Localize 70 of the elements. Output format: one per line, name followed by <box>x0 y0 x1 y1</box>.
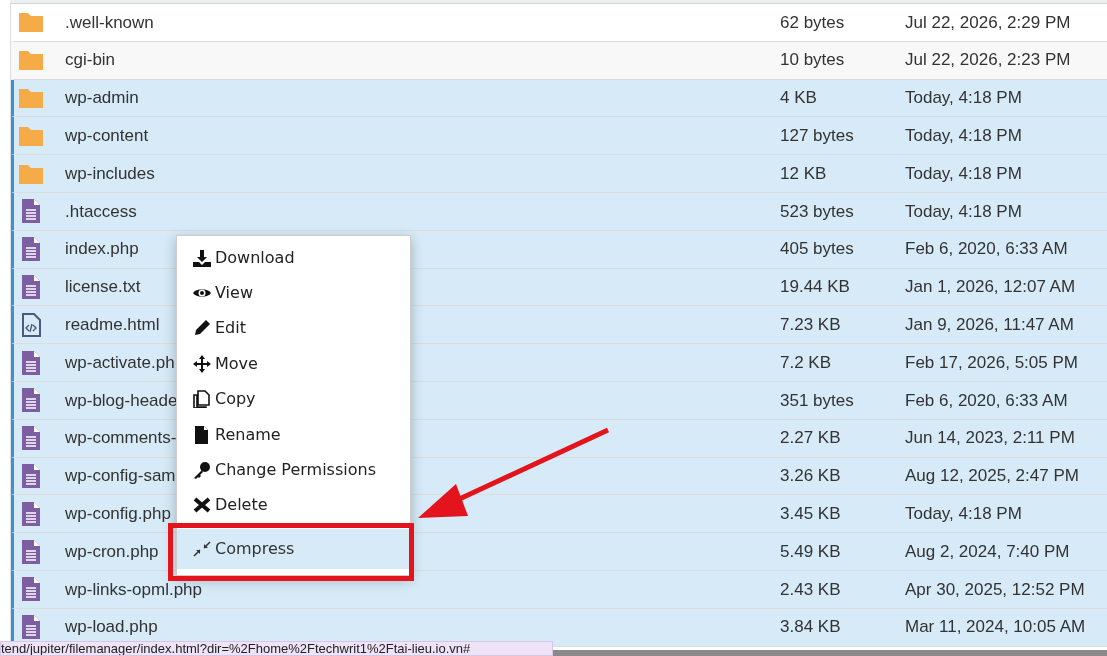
file-name: readme.html <box>65 315 160 334</box>
file-size: 523 bytes <box>780 201 854 221</box>
file-name: wp-blog-heade <box>65 390 178 410</box>
menu-item[interactable]: Compress <box>177 529 410 570</box>
file-name: wp-links-opml.php <box>65 579 202 599</box>
scrollbar[interactable] <box>553 650 1107 656</box>
file-size: 3.45 KB <box>780 504 841 523</box>
file-size: 12 KB <box>780 163 827 183</box>
file-date: Today, 4:18 PM <box>905 162 1022 185</box>
file-name: wp-admin <box>65 88 139 108</box>
file-row[interactable]: cgi-bin 10 bytes Jul 22, 2026, 2:23 PM <box>11 41 1107 80</box>
file-size: 2.43 KB <box>780 579 841 599</box>
file-size: 3.84 KB <box>780 617 841 637</box>
file-size: 7.2 KB <box>780 352 832 372</box>
file-date: Aug 12, 2025, 2:47 PM <box>905 465 1079 488</box>
file-size: 127 bytes <box>780 126 854 146</box>
file-date: Today, 4:18 PM <box>905 87 1022 110</box>
compress-icon <box>192 540 212 559</box>
file-size: 405 bytes <box>780 239 854 259</box>
move-icon <box>192 354 212 373</box>
file-date: Feb 6, 2020, 6:33 AM <box>905 238 1068 261</box>
file-date: Apr 30, 2025, 12:52 PM <box>905 578 1085 601</box>
file-name: wp-config.php <box>65 504 171 523</box>
file-name: wp-load.php <box>65 617 158 637</box>
file-date: Today, 4:18 PM <box>905 125 1022 148</box>
file-name: cgi-bin <box>65 50 116 70</box>
file-row[interactable]: wp-includes 12 KB Today, 4:18 PM <box>11 155 1107 193</box>
file-name: license.txt <box>65 277 141 297</box>
file-name: .well-known <box>65 12 154 32</box>
file-date: Jan 1, 2026, 12:07 AM <box>905 276 1076 299</box>
file-size: 10 bytes <box>780 50 845 70</box>
file-size: 5.49 KB <box>780 541 841 561</box>
file-date: Jul 22, 2026, 2:23 PM <box>905 49 1071 72</box>
file-date: Today, 4:18 PM <box>905 503 1022 525</box>
download-icon <box>192 248 212 267</box>
file-row[interactable]: wp-admin 4 KB Today, 4:18 PM <box>11 79 1107 118</box>
file-size: 3.26 KB <box>780 466 841 486</box>
file-date: Jul 22, 2026, 2:29 PM <box>905 11 1071 34</box>
file-date: Aug 2, 2024, 7:40 PM <box>905 540 1070 563</box>
menu-item[interactable]: Move <box>177 346 410 382</box>
file-row[interactable]: .htaccess 523 bytes Today, 4:18 PM <box>11 193 1107 231</box>
file-name: wp-config-sam <box>65 466 176 486</box>
file-date: Jan 9, 2026, 11:47 AM <box>905 314 1074 336</box>
file-date: Today, 4:18 PM <box>905 200 1022 223</box>
copy-icon <box>192 390 212 409</box>
link-tooltip: tend/jupiter/filemanager/index.html?dir=%2Fhome%2Ftechwrit1%2Ftai-lieu.io.vn# <box>0 641 553 656</box>
file-row[interactable]: wp-content 127 bytes Today, 4:18 PM <box>11 117 1107 156</box>
menu-item[interactable]: Edit <box>177 310 410 347</box>
file-size: 7.23 KB <box>780 315 841 334</box>
file-date: Mar 11, 2024, 10:05 AM <box>905 616 1086 639</box>
pencil-icon <box>192 319 212 338</box>
file-name: .htaccess <box>65 201 137 221</box>
close-icon <box>192 496 212 515</box>
file-name: wp-content <box>65 126 149 146</box>
file-row[interactable]: .well-known 62 bytes Jul 22, 2026, 2:29 PM <box>11 4 1107 42</box>
file-size: 2.27 KB <box>780 428 841 448</box>
file-name: wp-activate.ph <box>65 352 175 372</box>
file-size: 19.44 KB <box>780 277 850 297</box>
file-size: 4 KB <box>780 88 817 108</box>
menu-item[interactable]: Copy <box>177 381 410 417</box>
key-icon <box>192 461 212 480</box>
file-date: Jun 14, 2023, 2:11 PM <box>905 427 1075 450</box>
file-name: index.php <box>65 239 139 259</box>
file-date: Feb 17, 2026, 5:05 PM <box>905 351 1078 374</box>
file-date: Feb 6, 2020, 6:33 AM <box>905 389 1068 412</box>
file-name: wp-cron.php <box>65 541 159 561</box>
file-name: wp-comments- <box>65 428 177 448</box>
file-size: 62 bytes <box>780 12 845 32</box>
file-size: 351 bytes <box>780 390 854 410</box>
file-name: wp-includes <box>65 163 155 183</box>
